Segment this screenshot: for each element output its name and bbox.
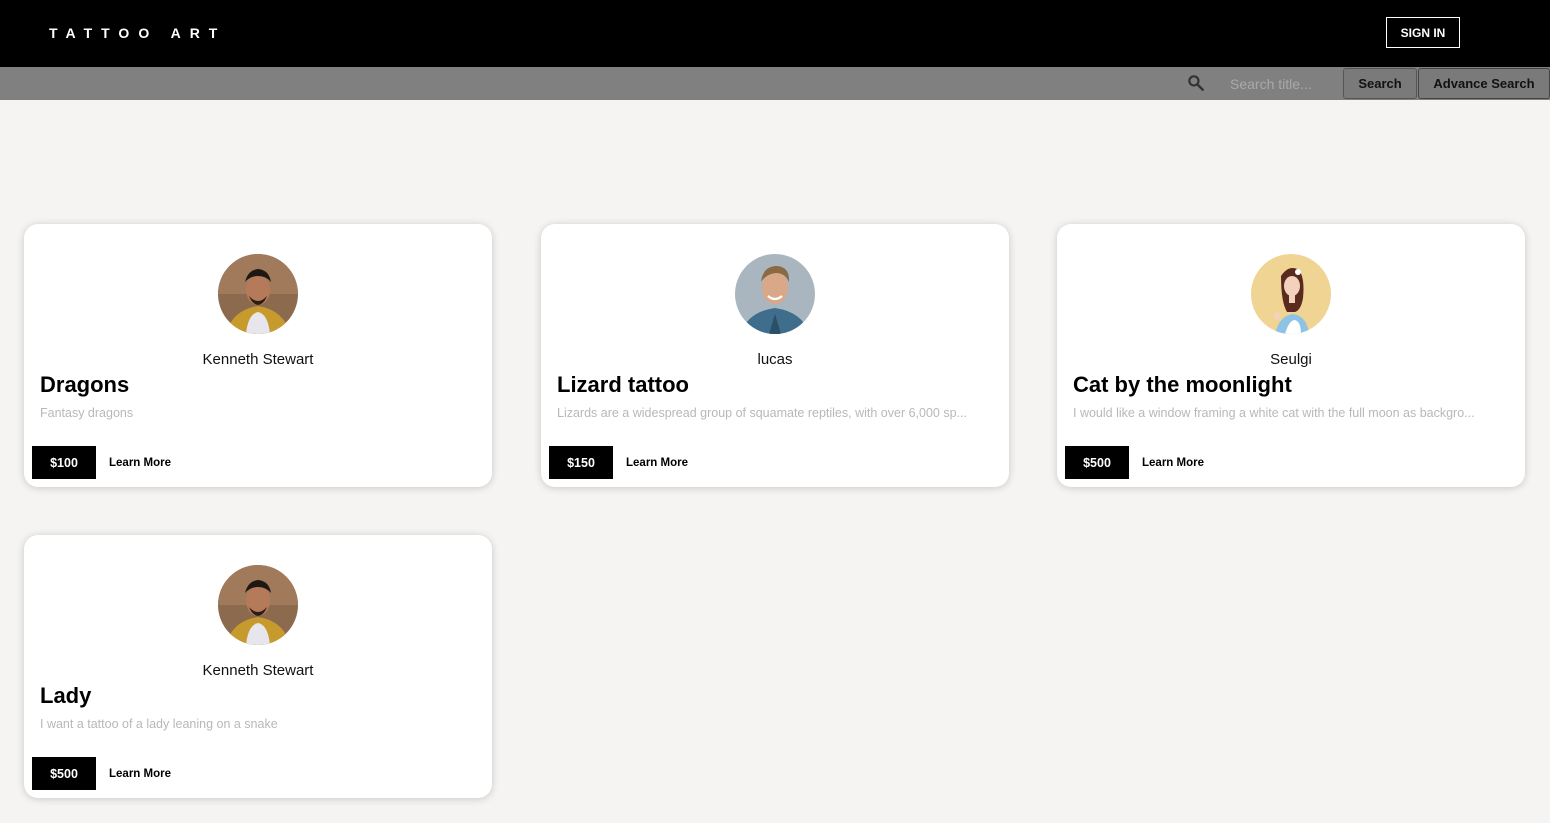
- tattoo-card[interactable]: Kenneth Stewart Lady I want a tattoo of …: [24, 535, 492, 798]
- card-title: Cat by the moonlight: [1073, 372, 1292, 397]
- tattoo-card[interactable]: Seulgi Cat by the moonlight I would like…: [1057, 224, 1525, 487]
- price-badge[interactable]: $100: [32, 446, 96, 479]
- search-input[interactable]: [1222, 69, 1340, 98]
- card-title: Lady: [40, 683, 92, 708]
- author-name: Kenneth Stewart: [202, 662, 314, 679]
- search-button[interactable]: Search: [1343, 68, 1417, 99]
- search-icon: [1188, 75, 1204, 91]
- tattoo-card[interactable]: Kenneth Stewart Dragons Fantasy dragons …: [24, 224, 492, 487]
- card-title: Lizard tattoo: [557, 372, 689, 397]
- author-avatar: [1251, 254, 1331, 334]
- learn-more-link[interactable]: Learn More: [1142, 456, 1204, 470]
- card-description: Fantasy dragons: [40, 406, 134, 420]
- price-badge[interactable]: $150: [549, 446, 613, 479]
- price-badge[interactable]: $500: [32, 757, 96, 790]
- author-avatar: [218, 254, 298, 334]
- price-badge[interactable]: $500: [1065, 446, 1129, 479]
- card-description: I would like a window framing a white ca…: [1073, 406, 1475, 420]
- learn-more-link[interactable]: Learn More: [109, 767, 171, 781]
- author-name: Seulgi: [1270, 351, 1312, 368]
- card-description: Lizards are a widespread group of squama…: [557, 406, 967, 420]
- tattoo-card[interactable]: lucas Lizard tattoo Lizards are a widesp…: [541, 224, 1009, 487]
- learn-more-link[interactable]: Learn More: [626, 456, 688, 470]
- sign-in-button[interactable]: SIGN IN: [1386, 17, 1460, 48]
- brand-logo[interactable]: TATTOO ART: [49, 24, 226, 42]
- author-name: Kenneth Stewart: [202, 351, 314, 368]
- learn-more-link[interactable]: Learn More: [109, 456, 171, 470]
- search-bar: Search Advance Search: [0, 67, 1550, 100]
- card-title: Dragons: [40, 372, 130, 397]
- top-nav-bar: TATTOO ART SIGN IN: [0, 0, 1550, 67]
- author-avatar: [735, 254, 815, 334]
- card-description: I want a tattoo of a lady leaning on a s…: [40, 717, 278, 731]
- author-name: lucas: [757, 351, 793, 368]
- author-avatar: [218, 565, 298, 645]
- advance-search-button[interactable]: Advance Search: [1418, 68, 1550, 99]
